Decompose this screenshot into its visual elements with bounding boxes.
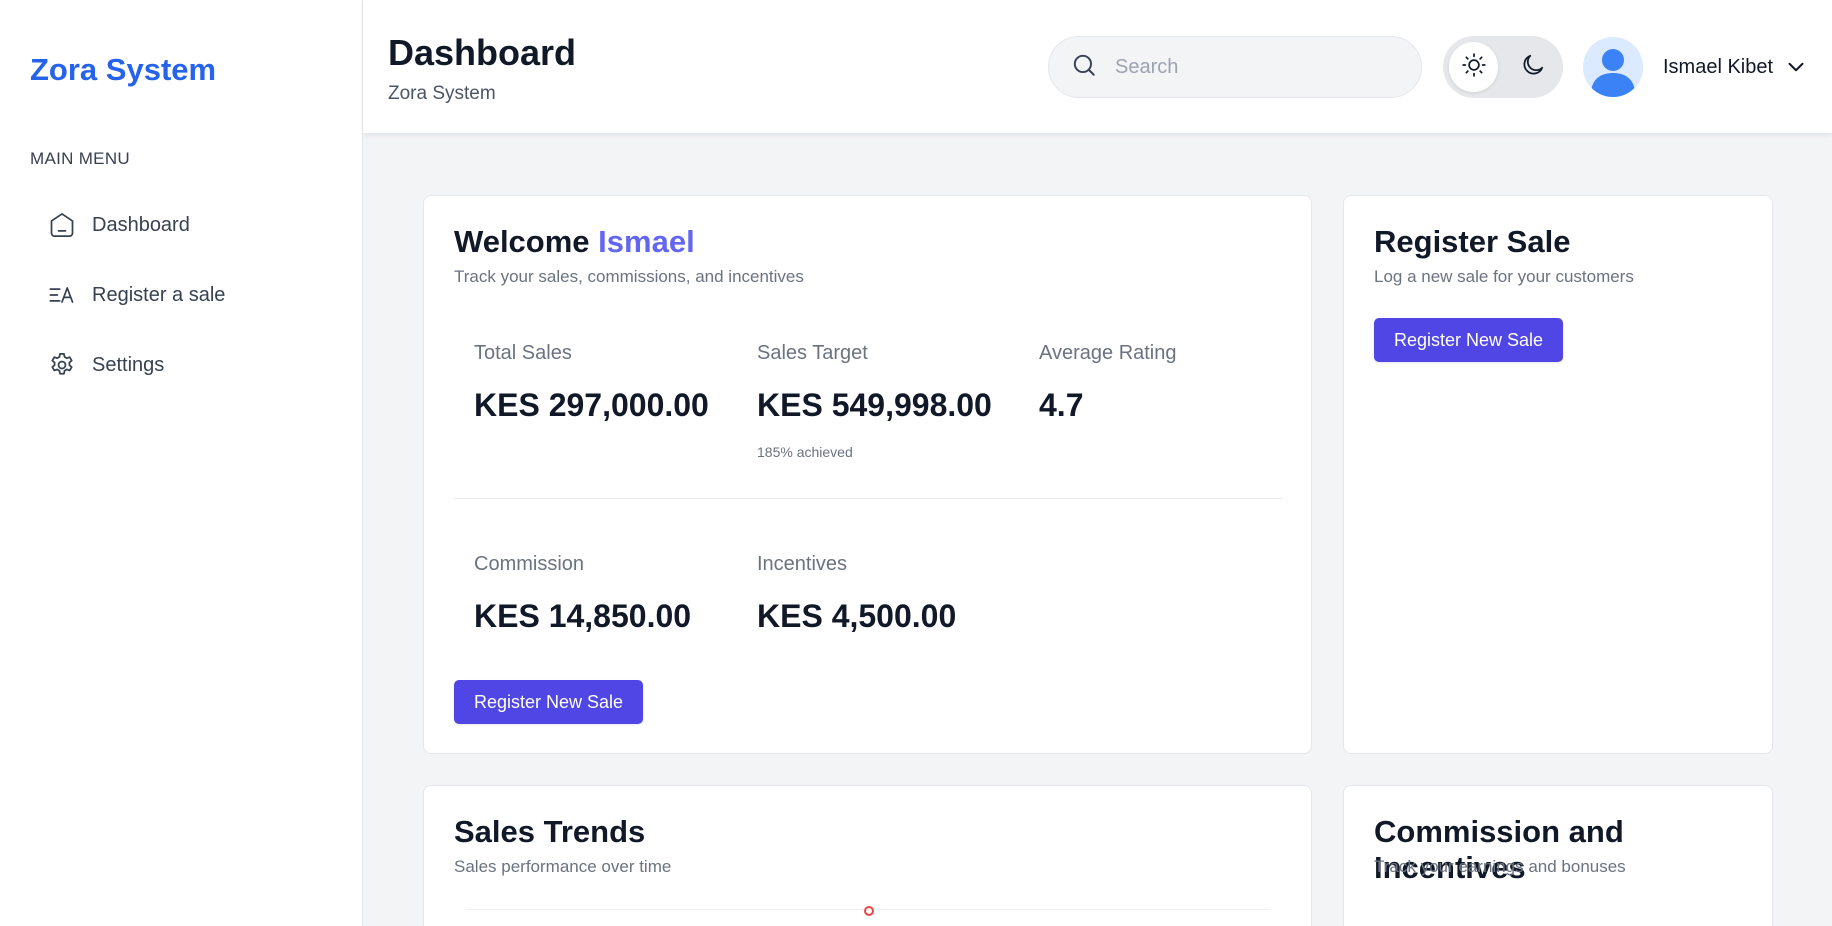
stat-value: KES 297,000.00 [474,387,709,423]
stat-incentives: Incentives KES 4,500.00 [757,553,956,635]
main-menu-heading: MAIN MENU [30,149,130,168]
welcome-subtitle: Track your sales, commissions, and incen… [454,267,804,286]
welcome-prefix: Welcome [454,224,590,259]
sales-trends-title: Sales Trends [454,814,646,849]
sidebar: Zora System MAIN MENU Dashboard Register… [0,0,363,926]
dark-mode-button[interactable] [1508,42,1557,92]
stat-value: KES 14,850.00 [474,598,692,634]
sun-icon [1461,52,1487,83]
sidebar-item-label: Settings [92,353,165,376]
search-input[interactable] [1115,55,1395,79]
register-new-sale-button[interactable]: Register New Sale [454,680,644,724]
stat-label: Total Sales [474,342,572,364]
divider [454,498,1282,499]
page-subtitle: Zora System [388,83,496,104]
register-sale-card: Register Sale Log a new sale for your cu… [1343,195,1773,754]
page-title: Dashboard [388,32,577,73]
search-bar[interactable] [1048,36,1422,98]
sidebar-item-label: Register a sale [92,283,226,306]
stat-average-rating: Average Rating 4.7 [1039,342,1177,424]
register-new-sale-button[interactable]: Register New Sale [1374,318,1564,362]
sales-trends-subtitle: Sales performance over time [454,857,672,876]
chart-data-point [864,906,874,916]
stat-label: Commission [474,553,585,575]
stat-commission: Commission KES 14,850.00 [474,553,691,635]
sidebar-item-label: Dashboard [92,213,190,236]
welcome-title: Welcome Ismael [454,224,695,260]
target-achieved-note: 185% achieved [757,444,853,460]
sidebar-item-settings[interactable]: Settings [46,345,346,385]
welcome-card: Welcome Ismael Track your sales, commiss… [423,195,1312,754]
stat-value: KES 549,998.00 [757,387,992,423]
stat-total-sales: Total Sales KES 297,000.00 [474,342,709,424]
sales-trends-card: Sales Trends Sales performance over time [423,785,1312,926]
translate-icon [46,279,78,311]
gear-icon [46,349,78,381]
welcome-user-name: Ismael [598,224,695,259]
user-name[interactable]: Ismael Kibet [1663,56,1773,79]
user-avatar-icon [1583,37,1643,97]
chevron-down-icon[interactable] [1783,54,1809,80]
register-sale-subtitle: Log a new sale for your customers [1374,267,1634,286]
stat-sales-target: Sales Target KES 549,998.00 185% achieve… [757,342,992,460]
commission-incentives-subtitle: Track your earnings and bonuses [1374,857,1626,876]
stat-label: Average Rating [1039,342,1177,364]
stat-label: Sales Target [757,342,868,364]
sidebar-item-dashboard[interactable]: Dashboard [46,205,346,245]
top-header: Dashboard Zora System Search Ismael Kibe… [363,0,1832,134]
stat-label: Incentives [757,553,848,575]
moon-icon [1520,52,1546,83]
sidebar-item-register-sale[interactable]: Register a sale [46,275,346,315]
home-icon [46,209,78,241]
brand-logo[interactable]: Zora System [30,52,216,88]
stat-value: KES 4,500.00 [757,598,957,634]
avatar[interactable] [1583,37,1643,97]
sidebar-nav: Dashboard Register a sale Settings [46,205,346,415]
register-sale-title: Register Sale [1374,224,1571,259]
light-mode-button[interactable] [1449,42,1498,92]
commission-incentives-card: Commission and Incentives Track your ear… [1343,785,1773,926]
stat-value: 4.7 [1039,387,1084,423]
theme-toggle [1443,36,1563,98]
search-icon [1071,52,1097,83]
